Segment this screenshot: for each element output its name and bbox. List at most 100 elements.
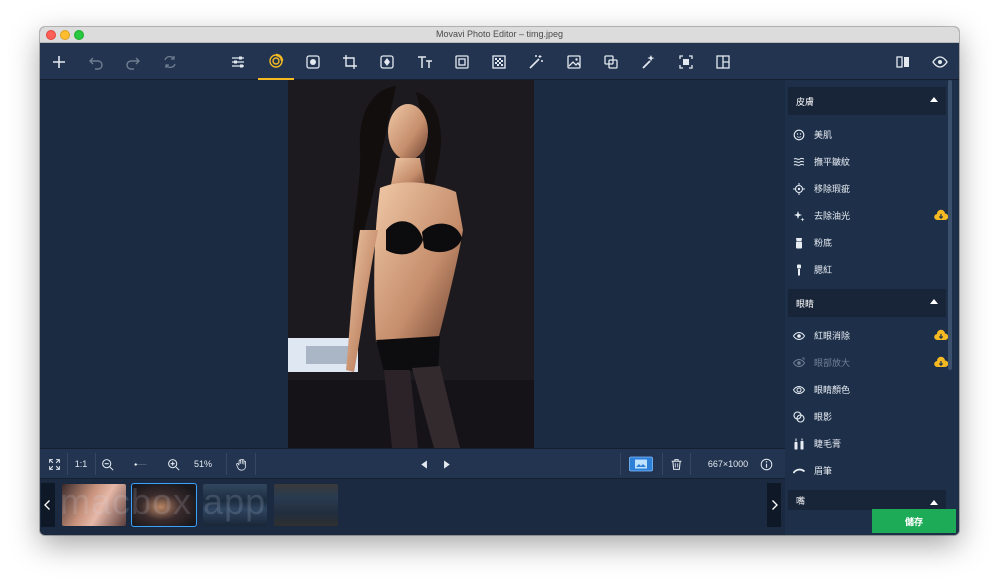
image-dimensions: 667×1000	[707, 459, 749, 469]
save-button[interactable]: 儲存	[872, 509, 956, 533]
actual-size-button[interactable]: 1:1	[70, 449, 92, 479]
sidebar-scrollbar[interactable]	[948, 80, 952, 370]
cloud-download-icon	[934, 209, 948, 221]
section-header-mouth[interactable]: 嘴	[788, 490, 946, 510]
caret-up-icon	[930, 97, 938, 102]
reset-button[interactable]	[152, 43, 188, 80]
tool-label: 美肌	[814, 130, 833, 140]
zoom-slider-thumb[interactable]	[134, 462, 137, 466]
zoom-in-icon	[167, 458, 180, 471]
divider	[226, 453, 227, 475]
section-header-skin[interactable]: 皮膚	[788, 87, 946, 115]
tool-label: 睫毛膏	[814, 439, 842, 449]
divider	[67, 453, 68, 475]
tool-label: 紅眼消除	[814, 331, 851, 341]
delete-button[interactable]	[668, 449, 684, 479]
transform-tool[interactable]	[369, 43, 405, 80]
frame-icon	[455, 54, 469, 69]
selection-tool[interactable]	[668, 43, 704, 80]
eye-color-icon	[792, 383, 806, 397]
undo-icon	[89, 57, 103, 70]
section-title: 嘴	[796, 495, 806, 506]
frame-tool[interactable]	[444, 43, 480, 80]
tool-eyeshadow[interactable]: 眼影	[788, 403, 948, 430]
tool-blush[interactable]: 腮紅	[788, 256, 948, 283]
cloud-download-icon	[934, 329, 948, 341]
auto-enhance-tool[interactable]	[630, 43, 666, 80]
blemish-icon	[792, 182, 806, 196]
plus-icon	[53, 55, 65, 68]
image-canvas[interactable]	[40, 80, 785, 448]
add-button[interactable]	[41, 43, 77, 80]
tool-label: 去除油光	[814, 211, 851, 221]
filmstrip-thumbnail[interactable]	[274, 484, 338, 526]
app-window: Movavi Photo Editor – timg.jpeg 1:1 51% …	[40, 27, 959, 535]
triangle-right-icon	[443, 459, 450, 469]
zoom-slider[interactable]	[118, 449, 162, 479]
divider	[255, 453, 256, 475]
tool-foundation[interactable]: 粉底	[788, 229, 948, 256]
zoom-out-button[interactable]	[100, 449, 114, 479]
fit-to-screen-icon	[48, 458, 60, 470]
object-removal-tool[interactable]	[593, 43, 629, 80]
crop-icon	[343, 54, 357, 69]
triangle-left-icon	[420, 459, 427, 469]
filmstrip-next-button[interactable]	[767, 483, 781, 527]
tool-red-eye[interactable]: 紅眼消除	[788, 322, 948, 349]
cloud-download-icon	[934, 356, 948, 368]
section-title: 皮膚	[796, 96, 815, 107]
watermark-text: macbox app	[60, 481, 267, 522]
previous-image-button[interactable]	[416, 449, 432, 479]
retouch-tool[interactable]	[258, 43, 294, 80]
magic-wand-icon	[529, 54, 543, 69]
tool-blemish[interactable]: 移除瑕疵	[788, 175, 948, 202]
layout-tool[interactable]	[705, 43, 741, 80]
auto-enhance-icon	[642, 54, 655, 69]
noise-tool[interactable]	[481, 43, 517, 80]
filmstrip-toggle-button[interactable]	[626, 449, 656, 479]
edited-photo[interactable]	[288, 80, 534, 448]
preview-button[interactable]	[922, 43, 958, 80]
next-image-button[interactable]	[438, 449, 454, 479]
fit-to-screen-button[interactable]	[44, 449, 64, 479]
hand-tool-button[interactable]	[232, 449, 250, 479]
crop-tool[interactable]	[332, 43, 368, 80]
tool-label: 粉底	[814, 238, 833, 248]
tool-eye-enlarge[interactable]: 眼部放大	[788, 349, 948, 376]
divider	[662, 453, 663, 475]
tool-shine[interactable]: 去除油光	[788, 202, 948, 229]
image-info-button[interactable]	[758, 449, 774, 479]
layout-icon	[716, 54, 730, 69]
tool-wrinkle[interactable]: 撫平皺紋	[788, 148, 948, 175]
redo-button[interactable]	[115, 43, 151, 80]
zoom-value: 51%	[193, 459, 212, 469]
tool-eyebrow[interactable]: 眉筆	[788, 457, 948, 484]
compare-button[interactable]	[885, 43, 921, 80]
section-header-eyes[interactable]: 眼睛	[788, 289, 946, 317]
title-bar: Movavi Photo Editor – timg.jpeg	[40, 27, 959, 43]
divider	[690, 453, 691, 475]
magic-tool[interactable]	[518, 43, 554, 80]
chevron-left-icon	[44, 500, 50, 510]
effects-tool[interactable]	[295, 43, 331, 80]
wrinkle-icon	[792, 155, 806, 169]
undo-button[interactable]	[78, 43, 114, 80]
caret-up-icon	[930, 500, 938, 505]
compare-icon	[896, 55, 909, 68]
tool-eye-color[interactable]: 眼睛顏色	[788, 376, 948, 403]
adjust-tool[interactable]	[220, 43, 256, 80]
retouch-icon	[269, 53, 284, 68]
tool-skin-smooth[interactable]: 美肌	[788, 121, 948, 148]
text-tool[interactable]	[407, 43, 443, 80]
adjust-sliders-icon	[232, 56, 244, 67]
tool-mascara[interactable]: 睫毛膏	[788, 430, 948, 457]
selection-icon	[679, 54, 693, 69]
foundation-icon	[792, 236, 806, 250]
eyeshadow-icon	[792, 410, 806, 424]
filmstrip-prev-button[interactable]	[41, 483, 55, 527]
tool-label: 眼影	[814, 412, 833, 422]
zoom-in-button[interactable]	[166, 449, 180, 479]
tool-label: 移除瑕疵	[814, 184, 851, 194]
background-tool[interactable]	[556, 43, 592, 80]
redo-icon	[126, 57, 140, 70]
